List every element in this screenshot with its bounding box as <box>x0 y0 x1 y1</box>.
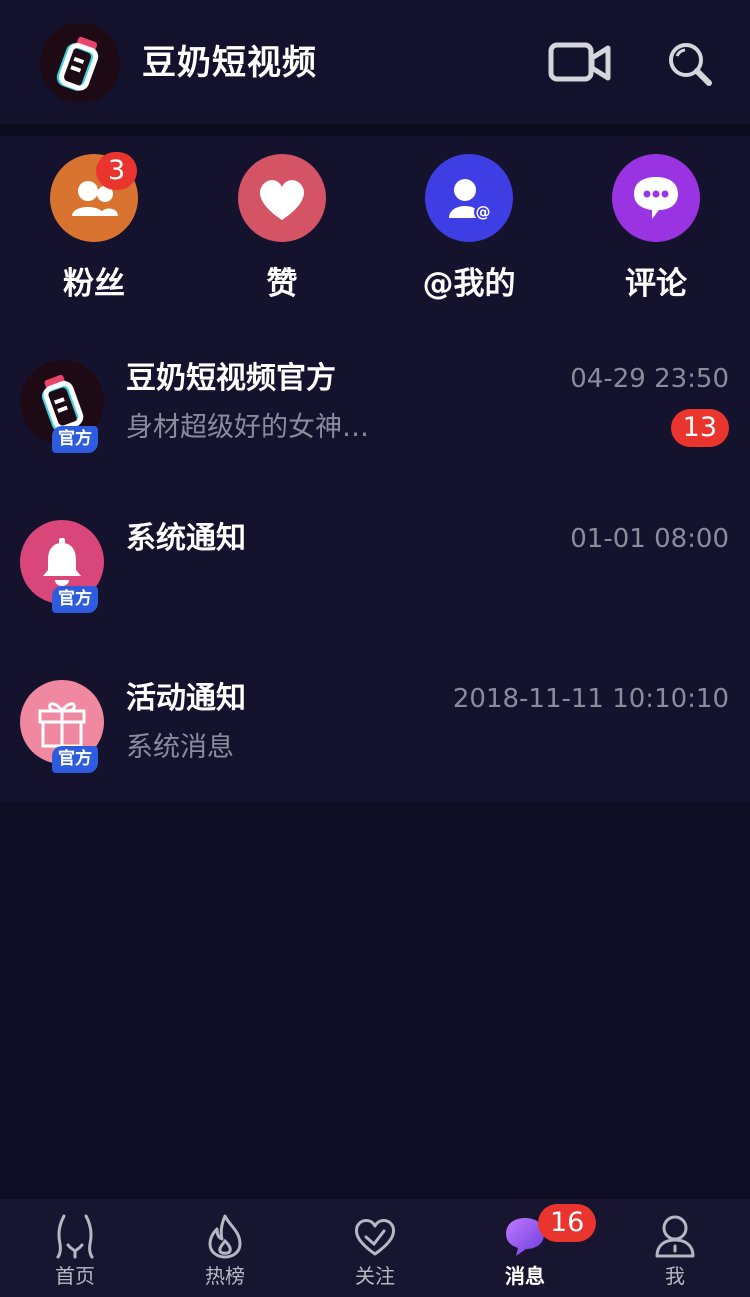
likes-icon-circle <box>238 154 326 242</box>
message-sender: 豆奶短视频官方 <box>126 361 336 396</box>
fans-badge: 3 <box>96 152 138 190</box>
search-icon <box>669 43 712 86</box>
avatar: 官方 <box>20 360 104 453</box>
person-icon <box>655 1215 695 1258</box>
message-preview: 系统消息 <box>126 732 234 763</box>
list-item-activity[interactable]: 官方 活动通知 2018-11-11 10:10:10 系统消息 <box>0 640 750 800</box>
tab-trending[interactable]: 热榜 <box>150 1199 300 1297</box>
message-sender: 系统通知 <box>126 521 246 556</box>
fans-label: 粉丝 <box>63 266 125 302</box>
fans-category[interactable]: 3 粉丝 <box>24 152 164 314</box>
list-item-official[interactable]: 官方 豆奶短视频官方 04-29 23:50 身材超级好的女神… 13 <box>0 320 750 480</box>
app-header: 豆奶短视频 <box>0 0 750 124</box>
official-tag: 官方 <box>52 746 98 773</box>
tab-label: 热榜 <box>205 1264 245 1288</box>
tab-label: 我 <box>665 1264 685 1288</box>
mentions-category[interactable]: @ @我的 <box>399 154 539 314</box>
messages-badge: 16 <box>538 1204 597 1242</box>
message-time: 01-01 08:00 <box>570 524 729 554</box>
tab-label: 关注 <box>355 1264 395 1288</box>
avatar: 官方 <box>20 680 104 773</box>
header-divider <box>0 124 750 136</box>
search-button[interactable] <box>666 40 714 88</box>
likes-category[interactable]: 赞 <box>212 154 352 314</box>
list-item-system[interactable]: 官方 系统通知 01-01 08:00 <box>0 480 750 640</box>
likes-label: 赞 <box>266 266 298 302</box>
milk-bottle-icon <box>40 23 120 103</box>
avatar: 官方 <box>20 520 104 613</box>
comment-icon <box>634 177 678 219</box>
heart-icon <box>260 180 304 220</box>
unread-badge: 13 <box>670 409 729 447</box>
tab-home[interactable]: 首页 <box>0 1199 150 1297</box>
notification-categories: 3 粉丝 赞 @ @我的 评论 <box>0 136 750 320</box>
message-list: 官方 豆奶短视频官方 04-29 23:50 身材超级好的女神… 13 官方 系… <box>0 320 750 802</box>
at-user-icon: @ <box>449 179 492 221</box>
heart-outline-icon <box>355 1219 395 1256</box>
mentions-label: @我的 <box>422 266 516 302</box>
comments-icon-circle <box>612 154 700 242</box>
comments-label: 评论 <box>625 266 687 302</box>
tab-messages[interactable]: 16 消息 <box>450 1199 600 1297</box>
mentions-icon-circle: @ <box>425 154 513 242</box>
comments-category[interactable]: 评论 <box>586 154 726 314</box>
tab-me[interactable]: 我 <box>600 1199 750 1297</box>
app-logo[interactable] <box>40 23 120 103</box>
message-time: 04-29 23:50 <box>570 364 729 394</box>
bottom-nav: 首页 热榜 关注 16 消息 我 <box>0 1199 750 1297</box>
home-body-icon <box>56 1214 94 1259</box>
video-camera-icon <box>548 42 611 82</box>
app-title: 豆奶短视频 <box>142 43 317 83</box>
tab-following[interactable]: 关注 <box>300 1199 450 1297</box>
tab-label: 首页 <box>55 1264 95 1288</box>
tab-label: 消息 <box>505 1264 545 1288</box>
svg-text:@: @ <box>476 203 491 221</box>
official-tag: 官方 <box>52 586 98 613</box>
message-time: 2018-11-11 10:10:10 <box>452 684 729 714</box>
flame-icon <box>208 1214 242 1259</box>
message-preview: 身材超级好的女神… <box>126 412 369 443</box>
official-tag: 官方 <box>52 426 98 453</box>
record-video-button[interactable] <box>548 40 612 86</box>
messages-screen: 豆奶短视频 3 粉丝 赞 @ @我的 评论 官方 豆奶短视频官方 04-29 2… <box>0 0 750 1297</box>
message-sender: 活动通知 <box>126 681 246 716</box>
